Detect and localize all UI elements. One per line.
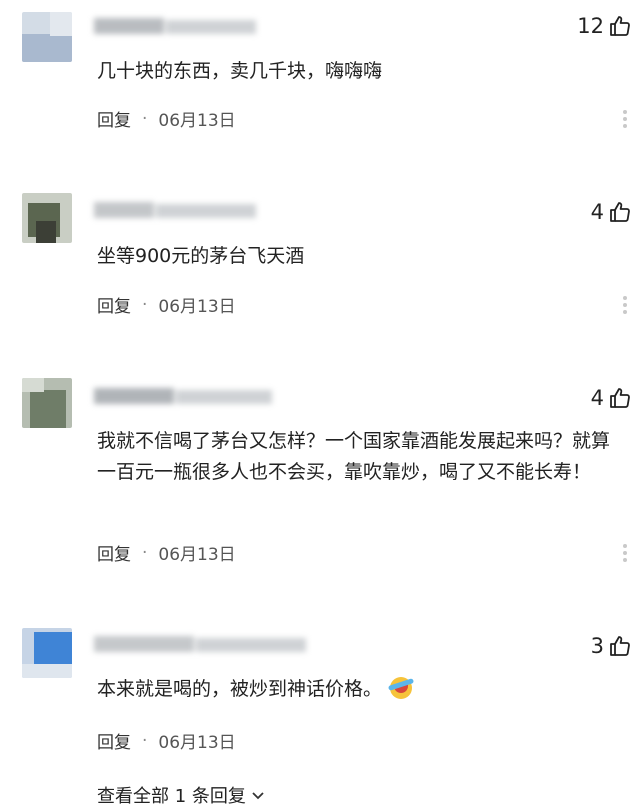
separator: · — [142, 542, 148, 563]
like-button[interactable]: 4 — [591, 386, 632, 410]
thumbs-up-icon — [610, 202, 630, 222]
like-button[interactable]: 3 — [591, 634, 632, 658]
username[interactable] — [94, 16, 264, 38]
comment-date: 06月13日 — [158, 733, 236, 753]
more-vertical-icon[interactable] — [618, 296, 632, 314]
username[interactable] — [94, 634, 306, 656]
avatar[interactable] — [22, 12, 72, 62]
comment-date: 06月13日 — [158, 111, 236, 131]
comment-meta: 回复 · 06月13日 — [97, 292, 236, 318]
like-count: 12 — [577, 14, 604, 38]
avatar[interactable] — [22, 628, 72, 678]
laughing-crying-emoji — [390, 677, 413, 699]
thumbs-up-icon — [610, 636, 630, 656]
reply-button[interactable]: 回复 — [97, 292, 131, 317]
comment-text: 坐等900元的茅台飞天酒 — [97, 245, 305, 267]
comment-text: 本来就是喝的，被炒到神话价格。 — [97, 674, 630, 705]
reply-button[interactable]: 回复 — [97, 540, 131, 565]
separator: · — [142, 294, 148, 315]
more-vertical-icon[interactable] — [618, 110, 632, 128]
comment-text: 我就不信喝了茅台又怎样？一个国家靠酒能发展起来吗？就算一百元一瓶很多人也不会买，… — [97, 430, 611, 483]
avatar[interactable] — [22, 193, 72, 243]
avatar[interactable] — [22, 378, 72, 428]
like-count: 4 — [590, 386, 604, 410]
thumbs-up-icon — [610, 16, 630, 36]
like-count: 3 — [590, 634, 604, 658]
reply-button[interactable]: 回复 — [97, 106, 131, 131]
comment-date: 06月13日 — [158, 297, 236, 317]
separator: · — [142, 108, 148, 129]
comment-text: 几十块的东西，卖几千块，嗨嗨嗨 — [97, 60, 383, 82]
like-count: 4 — [590, 200, 604, 224]
more-vertical-icon[interactable] — [618, 544, 632, 562]
chevron-down-icon — [252, 792, 264, 800]
comment-meta: 回复 · 06月13日 — [97, 106, 236, 132]
username[interactable] — [94, 200, 264, 222]
comment-date: 06月13日 — [158, 545, 236, 565]
comment-meta: 回复 · 06月13日 — [97, 540, 236, 566]
comment-meta: 回复 · 06月13日 — [97, 728, 236, 754]
comment-text-content: 本来就是喝的，被炒到神话价格。 — [97, 678, 383, 700]
thumbs-up-icon — [610, 388, 630, 408]
view-all-replies-button[interactable]: 查看全部 1 条回复 — [97, 782, 266, 808]
like-button[interactable]: 12 — [577, 14, 632, 38]
view-all-replies-label: 查看全部 1 条回复 — [97, 786, 246, 807]
username[interactable] — [94, 386, 272, 408]
separator: · — [142, 730, 148, 751]
like-button[interactable]: 4 — [591, 200, 632, 224]
reply-button[interactable]: 回复 — [97, 728, 131, 753]
